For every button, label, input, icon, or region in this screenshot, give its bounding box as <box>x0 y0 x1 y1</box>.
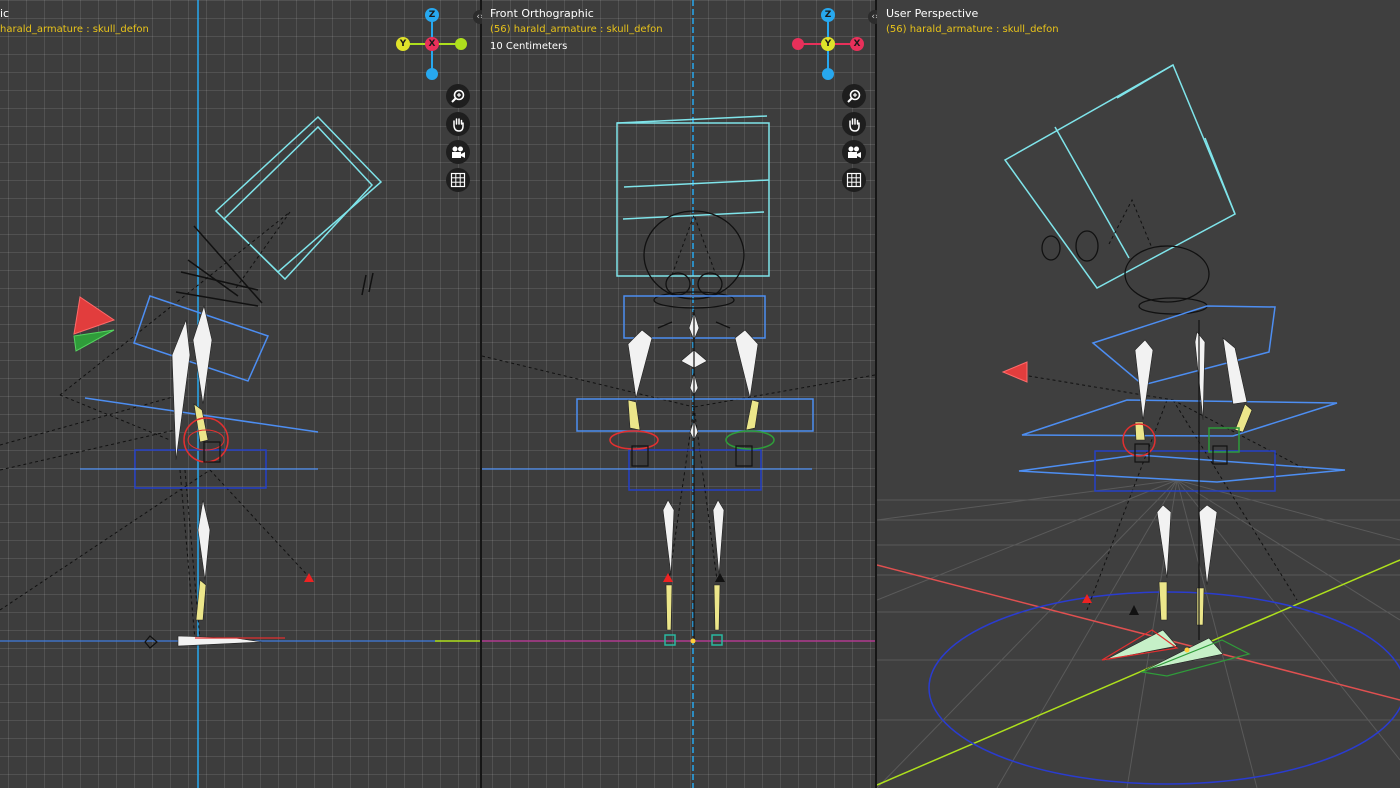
front-rig-drawing <box>482 0 875 788</box>
zoom-icon <box>847 89 861 103</box>
viewport-user-perspective[interactable]: User Perspective (56) harald_armature : … <box>877 0 1400 788</box>
hand-icon <box>849 118 860 132</box>
zoom-button[interactable] <box>842 84 866 108</box>
pan-button[interactable] <box>842 112 866 136</box>
viewport-front-ortho[interactable]: Front Orthographic (56) harald_armature … <box>482 0 875 788</box>
pan-button[interactable] <box>446 112 470 136</box>
gizmo-neg-x-axis[interactable] <box>792 38 804 50</box>
gizmo-y-axis[interactable]: Y <box>821 37 835 51</box>
viewport-side-ortho[interactable]: ic harald_armature : skull_defon Z Y X <box>0 0 480 788</box>
side-rig-drawing <box>0 0 480 788</box>
navigation-gizmo[interactable]: Z Y X <box>392 4 472 84</box>
gizmo-x-axis[interactable]: X <box>425 37 439 51</box>
grid-icon <box>450 172 466 188</box>
grid-scale-label: 10 Centimeters <box>490 41 568 52</box>
zoom-icon <box>451 89 465 103</box>
perspective-rig-drawing <box>877 63 1400 788</box>
active-object-label: harald_armature : skull_defon <box>0 24 149 35</box>
perspective-toggle-button[interactable] <box>842 168 866 192</box>
hand-icon <box>453 118 464 132</box>
zoom-button[interactable] <box>446 84 470 108</box>
gizmo-neg-z-axis[interactable] <box>822 68 834 80</box>
gizmo-neg-y-axis[interactable] <box>455 38 467 50</box>
grid-icon <box>846 172 862 188</box>
perspective-toggle-button[interactable] <box>446 168 470 192</box>
navigation-gizmo[interactable]: Z Y X <box>788 4 868 84</box>
gizmo-z-axis[interactable]: Z <box>425 8 439 22</box>
viewport-title: Front Orthographic <box>490 7 594 20</box>
camera-icon <box>452 146 465 158</box>
gizmo-neg-z-axis[interactable] <box>426 68 438 80</box>
viewport-title: User Perspective <box>886 7 979 20</box>
camera-view-button[interactable] <box>446 140 470 164</box>
viewport-title: ic <box>0 7 10 20</box>
gizmo-y-axis[interactable]: Y <box>396 37 410 51</box>
camera-view-button[interactable] <box>842 140 866 164</box>
camera-icon <box>848 146 861 158</box>
gizmo-x-axis[interactable]: X <box>850 37 864 51</box>
gizmo-z-axis[interactable]: Z <box>821 8 835 22</box>
active-object-label: (56) harald_armature : skull_defon <box>886 24 1059 35</box>
active-object-label: (56) harald_armature : skull_defon <box>490 24 663 35</box>
